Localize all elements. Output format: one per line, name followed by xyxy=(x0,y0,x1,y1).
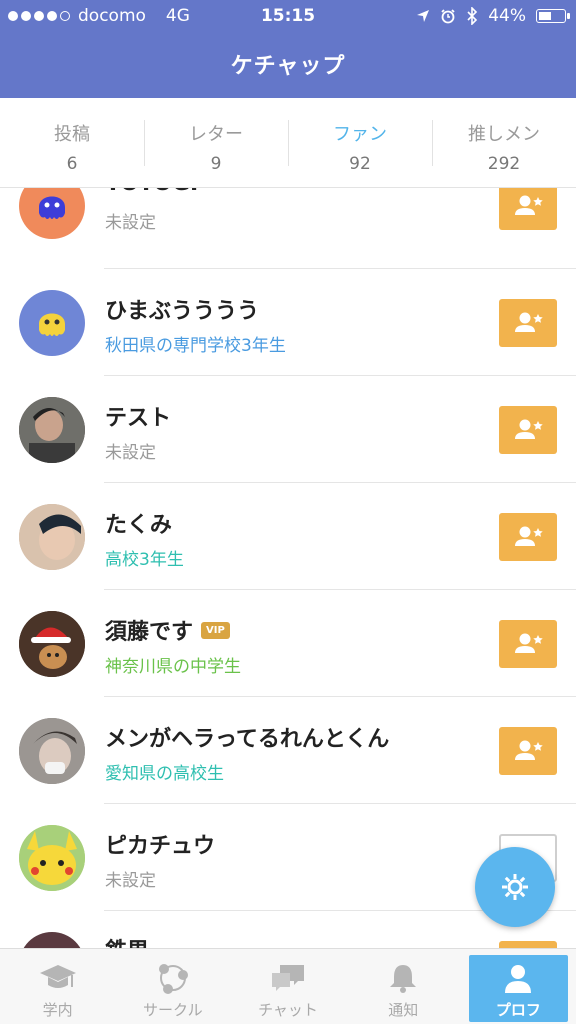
tab-notifications[interactable]: 通知 xyxy=(346,949,461,1024)
list-item[interactable]: たくみ 高校3年生 xyxy=(0,483,576,590)
stat-letters[interactable]: レター 9 xyxy=(144,98,288,187)
tab-label: 学内 xyxy=(42,1001,73,1019)
bell-icon xyxy=(390,965,417,993)
stat-label: 投稿 xyxy=(54,124,90,145)
person-star-icon xyxy=(515,633,543,653)
stat-oshimen[interactable]: 推しメン 292 xyxy=(432,98,576,187)
user-name: 須藤です VIP xyxy=(105,614,230,646)
user-school: 未設定 xyxy=(105,213,156,233)
tab-bar: 学内 サークル チャット 通知 プロフ xyxy=(0,948,576,1024)
user-name: たくみ xyxy=(105,513,172,538)
user-photo-icon xyxy=(19,718,85,784)
avatar xyxy=(19,611,85,677)
battery-icon xyxy=(536,9,570,23)
avatar xyxy=(19,188,85,239)
fan-list: YOYOGI 未設定 ひまぶうううう 秋田県の専門学校3年生 テスト 未設定 た xyxy=(0,188,576,948)
user-photo-icon xyxy=(19,504,85,570)
add-fan-button[interactable] xyxy=(499,727,557,775)
user-name: YOYOGI xyxy=(105,188,198,196)
list-item[interactable]: 須藤です VIP 神奈川県の中学生 xyxy=(0,590,576,697)
user-photo-icon xyxy=(19,397,85,463)
user-school: 神奈川県の中学生 xyxy=(105,657,241,677)
alarm-icon xyxy=(441,9,455,24)
person-star-icon xyxy=(515,195,543,215)
octopus-icon xyxy=(39,196,65,219)
person-star-icon xyxy=(515,526,543,546)
stat-value: 292 xyxy=(487,154,521,174)
chat-bubbles-icon xyxy=(272,965,304,991)
top-bar: docomo 4G 15:15 44% ケチャップ xyxy=(0,0,576,98)
list-item[interactable]: テスト 未設定 xyxy=(0,376,576,483)
octopus-icon xyxy=(39,313,65,336)
tab-label: プロフ xyxy=(495,1001,541,1019)
page-title: ケチャップ xyxy=(230,54,346,79)
avatar xyxy=(19,932,85,948)
stat-posts[interactable]: 投稿 6 xyxy=(0,98,144,187)
circle-network-icon xyxy=(158,964,188,994)
profile-stats: 投稿 6 レター 9 ファン 92 推しメン 292 xyxy=(0,98,576,188)
list-item[interactable]: メンがヘラってるれんとくん 愛知県の高校生 xyxy=(0,697,576,804)
status-bar: docomo 4G 15:15 44% xyxy=(0,0,576,34)
bluetooth-icon xyxy=(467,7,478,25)
tab-label: チャット xyxy=(258,1001,318,1019)
battery-percent: 44% xyxy=(488,6,526,26)
graduation-cap-icon xyxy=(39,965,76,988)
add-fan-button[interactable] xyxy=(499,188,557,230)
avatar xyxy=(19,397,85,463)
stat-value: 9 xyxy=(210,154,222,174)
gear-icon xyxy=(502,874,528,900)
add-fan-button[interactable] xyxy=(499,620,557,668)
vip-badge: VIP xyxy=(201,621,230,639)
tab-chat[interactable]: チャット xyxy=(230,949,345,1024)
person-icon xyxy=(505,965,532,993)
user-name: テスト xyxy=(105,406,172,431)
avatar xyxy=(19,504,85,570)
avatar xyxy=(19,290,85,356)
tab-label: 通知 xyxy=(388,1001,419,1019)
add-fan-button[interactable] xyxy=(499,299,557,347)
user-name: 鉄男 xyxy=(105,933,149,948)
stat-value: 6 xyxy=(66,154,78,174)
tab-school[interactable]: 学内 xyxy=(0,949,115,1024)
person-star-icon xyxy=(515,419,543,439)
settings-fab-button[interactable] xyxy=(475,847,555,927)
tab-profile[interactable]: プロフ xyxy=(461,949,576,1024)
stat-label: レター xyxy=(189,124,243,145)
stat-label: 推しメン xyxy=(468,124,540,145)
add-fan-button[interactable] xyxy=(499,513,557,561)
location-arrow-icon xyxy=(417,10,430,22)
avatar xyxy=(19,718,85,784)
user-name-text: 須藤です xyxy=(105,620,194,645)
user-school: 秋田県の専門学校3年生 xyxy=(105,336,286,356)
user-school: 愛知県の高校生 xyxy=(105,764,224,784)
person-star-icon xyxy=(515,312,543,332)
pikachu-photo-icon xyxy=(19,825,85,891)
stat-label: ファン xyxy=(333,124,387,145)
stat-fans[interactable]: ファン 92 xyxy=(288,98,432,187)
add-fan-button[interactable] xyxy=(499,406,557,454)
tab-circle[interactable]: サークル xyxy=(115,949,230,1024)
dog-santa-photo-icon xyxy=(19,611,85,677)
user-school: 高校3年生 xyxy=(105,550,184,570)
user-name: ピカチュウ xyxy=(105,834,216,859)
user-name: メンがヘラってるれんとくん xyxy=(105,727,390,752)
add-fan-button[interactable] xyxy=(499,941,557,948)
avatar xyxy=(19,825,85,891)
user-name: ひまぶうううう xyxy=(105,299,260,324)
stat-value: 92 xyxy=(349,154,371,174)
tab-label: サークル xyxy=(143,1001,203,1019)
list-item[interactable]: ひまぶうううう 秋田県の専門学校3年生 xyxy=(0,269,576,376)
user-school: 未設定 xyxy=(105,443,156,463)
user-school: 未設定 xyxy=(105,871,156,891)
list-item[interactable]: YOYOGI 未設定 xyxy=(0,188,576,269)
person-star-icon xyxy=(515,740,543,760)
